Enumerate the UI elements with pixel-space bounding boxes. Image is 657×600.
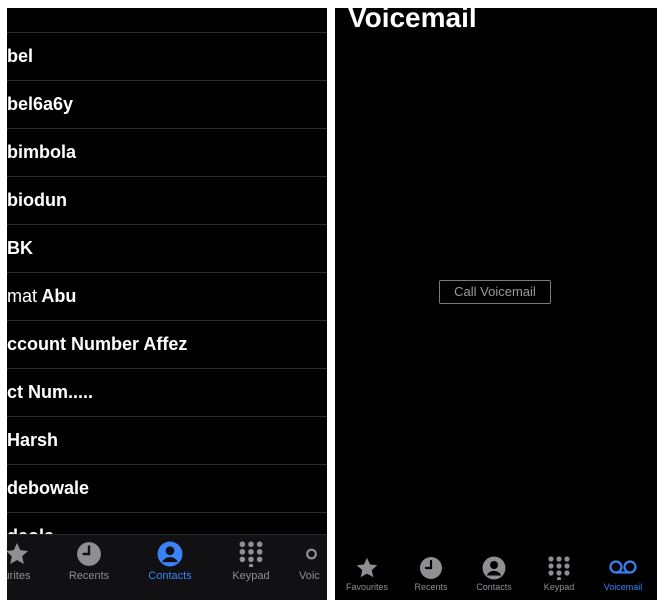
tab-bar: Favourites Recents Contacts Keypad Voice… <box>335 548 657 600</box>
contact-name: bel6a6y <box>7 94 74 114</box>
tab-voicemail[interactable]: Voicemail <box>597 556 649 592</box>
contact-name: BK <box>7 238 33 258</box>
contact-row[interactable]: bimbola <box>7 129 327 177</box>
tab-label: Contacts <box>476 582 512 592</box>
contact-name: debowale <box>7 478 90 498</box>
contact-row[interactable]: ccount Number Affez <box>7 321 327 369</box>
contact-row[interactable]: mat Abu <box>7 273 327 321</box>
tab-voicemail[interactable]: Voic <box>299 541 327 582</box>
tab-label: Recents <box>414 582 448 592</box>
tab-favourites[interactable]: urites <box>7 541 39 582</box>
contact-name: ccount Number Affez <box>7 334 188 354</box>
person-icon <box>157 541 183 567</box>
contact-row[interactable]: bel6a6y <box>7 81 327 129</box>
list-item[interactable] <box>7 8 327 33</box>
contact-name: bel <box>7 46 34 66</box>
contacts-screen: bel bel6a6y bimbola biodun BK mat Abu cc… <box>7 8 327 600</box>
call-voicemail-button[interactable]: Call Voicemail <box>439 280 551 304</box>
star-icon <box>356 557 378 578</box>
contact-last-name: Abu <box>41 286 77 306</box>
tab-label: urites <box>7 570 31 582</box>
contact-name: mat Abu <box>7 286 76 307</box>
contact-name: Harsh <box>7 430 59 450</box>
tab-bar: urites Recents Contacts Keypad Voic <box>7 534 327 600</box>
tab-contacts[interactable]: Contacts <box>468 556 520 592</box>
keypad-icon <box>548 556 570 580</box>
contact-name: biodun <box>7 190 67 210</box>
contact-row[interactable]: BK <box>7 225 327 273</box>
contact-name: ct Num..... <box>7 382 94 402</box>
page-title: Voicemail <box>348 8 477 33</box>
tab-label: Favourites <box>345 582 389 592</box>
contact-row[interactable]: ct Num..... <box>7 369 327 417</box>
keypad-icon <box>239 541 263 567</box>
voicemail-screen: Voicemail Call Voicemail Favourites Rece… <box>335 8 657 600</box>
contact-row[interactable]: debowale <box>7 465 327 513</box>
contact-row[interactable]: bel <box>7 33 327 81</box>
voicemail-icon <box>306 548 317 560</box>
contact-row[interactable]: Harsh <box>7 417 327 465</box>
contact-row[interactable]: biodun <box>7 177 327 225</box>
tab-label: Voic <box>299 570 320 582</box>
tab-recents[interactable]: Recents <box>405 556 457 592</box>
tab-favourites[interactable]: Favourites <box>339 556 395 592</box>
tab-label: Keypad <box>232 570 270 582</box>
tab-contacts[interactable]: Contacts <box>141 541 199 582</box>
clock-icon <box>420 557 442 579</box>
contact-name: bimbola <box>7 142 77 162</box>
person-icon <box>482 556 506 580</box>
tab-keypad[interactable]: Keypad <box>225 541 277 582</box>
voicemail-icon <box>609 560 637 574</box>
clock-icon <box>77 542 101 566</box>
tab-label: Keypad <box>543 582 575 592</box>
tab-recents[interactable]: Recents <box>63 541 115 582</box>
contact-first-name: mat <box>7 286 38 306</box>
tab-label: Voicemail <box>603 582 643 592</box>
tab-label: Contacts <box>148 570 192 582</box>
star-icon <box>7 542 29 564</box>
tab-label: Recents <box>68 570 110 582</box>
tab-keypad[interactable]: Keypad <box>533 556 585 592</box>
